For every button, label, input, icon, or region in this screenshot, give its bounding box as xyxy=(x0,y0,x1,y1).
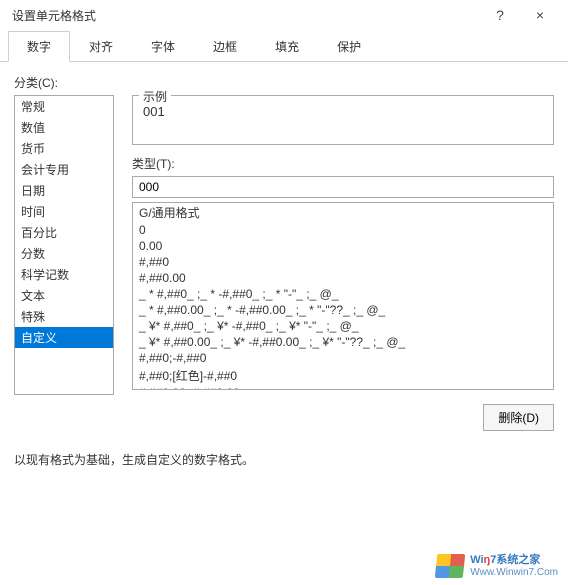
type-input[interactable] xyxy=(132,176,554,198)
watermark-text: Wiŋ7系统之家 Www.Winwin7.Com xyxy=(470,554,558,579)
list-item[interactable]: 货币 xyxy=(15,138,113,159)
tab-border[interactable]: 边框 xyxy=(194,31,256,62)
list-item[interactable]: 时间 xyxy=(15,201,113,222)
list-item[interactable]: 特殊 xyxy=(15,306,113,327)
category-label: 分类(C): xyxy=(14,74,554,91)
titlebar: 设置单元格格式 ? × xyxy=(0,0,568,30)
window-title: 设置单元格格式 xyxy=(12,7,480,24)
format-item[interactable]: #,##0.00 xyxy=(133,270,553,286)
list-item[interactable]: 日期 xyxy=(15,180,113,201)
tab-font[interactable]: 字体 xyxy=(132,31,194,62)
windows-flag-icon xyxy=(435,554,466,578)
tab-fill[interactable]: 填充 xyxy=(256,31,318,62)
type-label: 类型(T): xyxy=(132,155,554,172)
list-item[interactable]: 科学记数 xyxy=(15,264,113,285)
format-item[interactable]: 0.00 xyxy=(133,238,553,254)
tab-number[interactable]: 数字 xyxy=(8,31,70,62)
list-item[interactable]: 常规 xyxy=(15,96,113,117)
format-item[interactable]: #,##0.00;-#,##0.00 xyxy=(133,385,553,390)
right-column: 001 类型(T): G/通用格式 0 0.00 #,##0 #,##0.00 … xyxy=(132,95,554,431)
list-item[interactable]: 数值 xyxy=(15,117,113,138)
watermark-url: Www.Winwin7.Com xyxy=(470,567,558,579)
sample-group: 001 xyxy=(132,95,554,145)
list-item[interactable]: 分数 xyxy=(15,243,113,264)
format-item[interactable]: G/通用格式 xyxy=(133,203,553,222)
format-item[interactable]: #,##0;-#,##0 xyxy=(133,350,553,366)
category-listbox[interactable]: 常规 数值 货币 会计专用 日期 时间 百分比 分数 科学记数 文本 特殊 自定… xyxy=(14,95,114,395)
list-item-custom[interactable]: 自定义 xyxy=(15,327,113,348)
tab-alignment[interactable]: 对齐 xyxy=(70,31,132,62)
format-item[interactable]: _ ¥* #,##0_ ;_ ¥* -#,##0_ ;_ ¥* "-"_ ;_ … xyxy=(133,318,553,334)
hint-text: 以现有格式为基础，生成自定义的数字格式。 xyxy=(14,451,554,468)
help-button[interactable]: ? xyxy=(480,1,520,29)
list-item[interactable]: 会计专用 xyxy=(15,159,113,180)
delete-button[interactable]: 删除(D) xyxy=(483,404,554,431)
tab-strip: 数字 对齐 字体 边框 填充 保护 xyxy=(0,30,568,62)
list-item[interactable]: 百分比 xyxy=(15,222,113,243)
sample-value: 001 xyxy=(143,104,165,119)
watermark-brand-b: 7系统之家 xyxy=(490,554,540,566)
format-item[interactable]: _ ¥* #,##0.00_ ;_ ¥* -#,##0.00_ ;_ ¥* "-… xyxy=(133,334,553,350)
tab-protection[interactable]: 保护 xyxy=(318,31,380,62)
format-item[interactable]: #,##0;[红色]-#,##0 xyxy=(133,366,553,385)
watermark: Wiŋ7系统之家 Www.Winwin7.Com xyxy=(436,554,558,579)
dialog-body: 分类(C): 常规 数值 货币 会计专用 日期 时间 百分比 分数 科学记数 文… xyxy=(0,62,568,476)
format-item[interactable]: #,##0 xyxy=(133,254,553,270)
format-item[interactable]: 0 xyxy=(133,222,553,238)
close-button[interactable]: × xyxy=(520,1,560,29)
format-item[interactable]: _ * #,##0.00_ ;_ * -#,##0.00_ ;_ * "-"??… xyxy=(133,302,553,318)
watermark-brand-a: Wi xyxy=(470,554,483,566)
list-item[interactable]: 文本 xyxy=(15,285,113,306)
format-item[interactable]: _ * #,##0_ ;_ * -#,##0_ ;_ * "-"_ ;_ @_ xyxy=(133,286,553,302)
format-listbox[interactable]: G/通用格式 0 0.00 #,##0 #,##0.00 _ * #,##0_ … xyxy=(132,202,554,390)
